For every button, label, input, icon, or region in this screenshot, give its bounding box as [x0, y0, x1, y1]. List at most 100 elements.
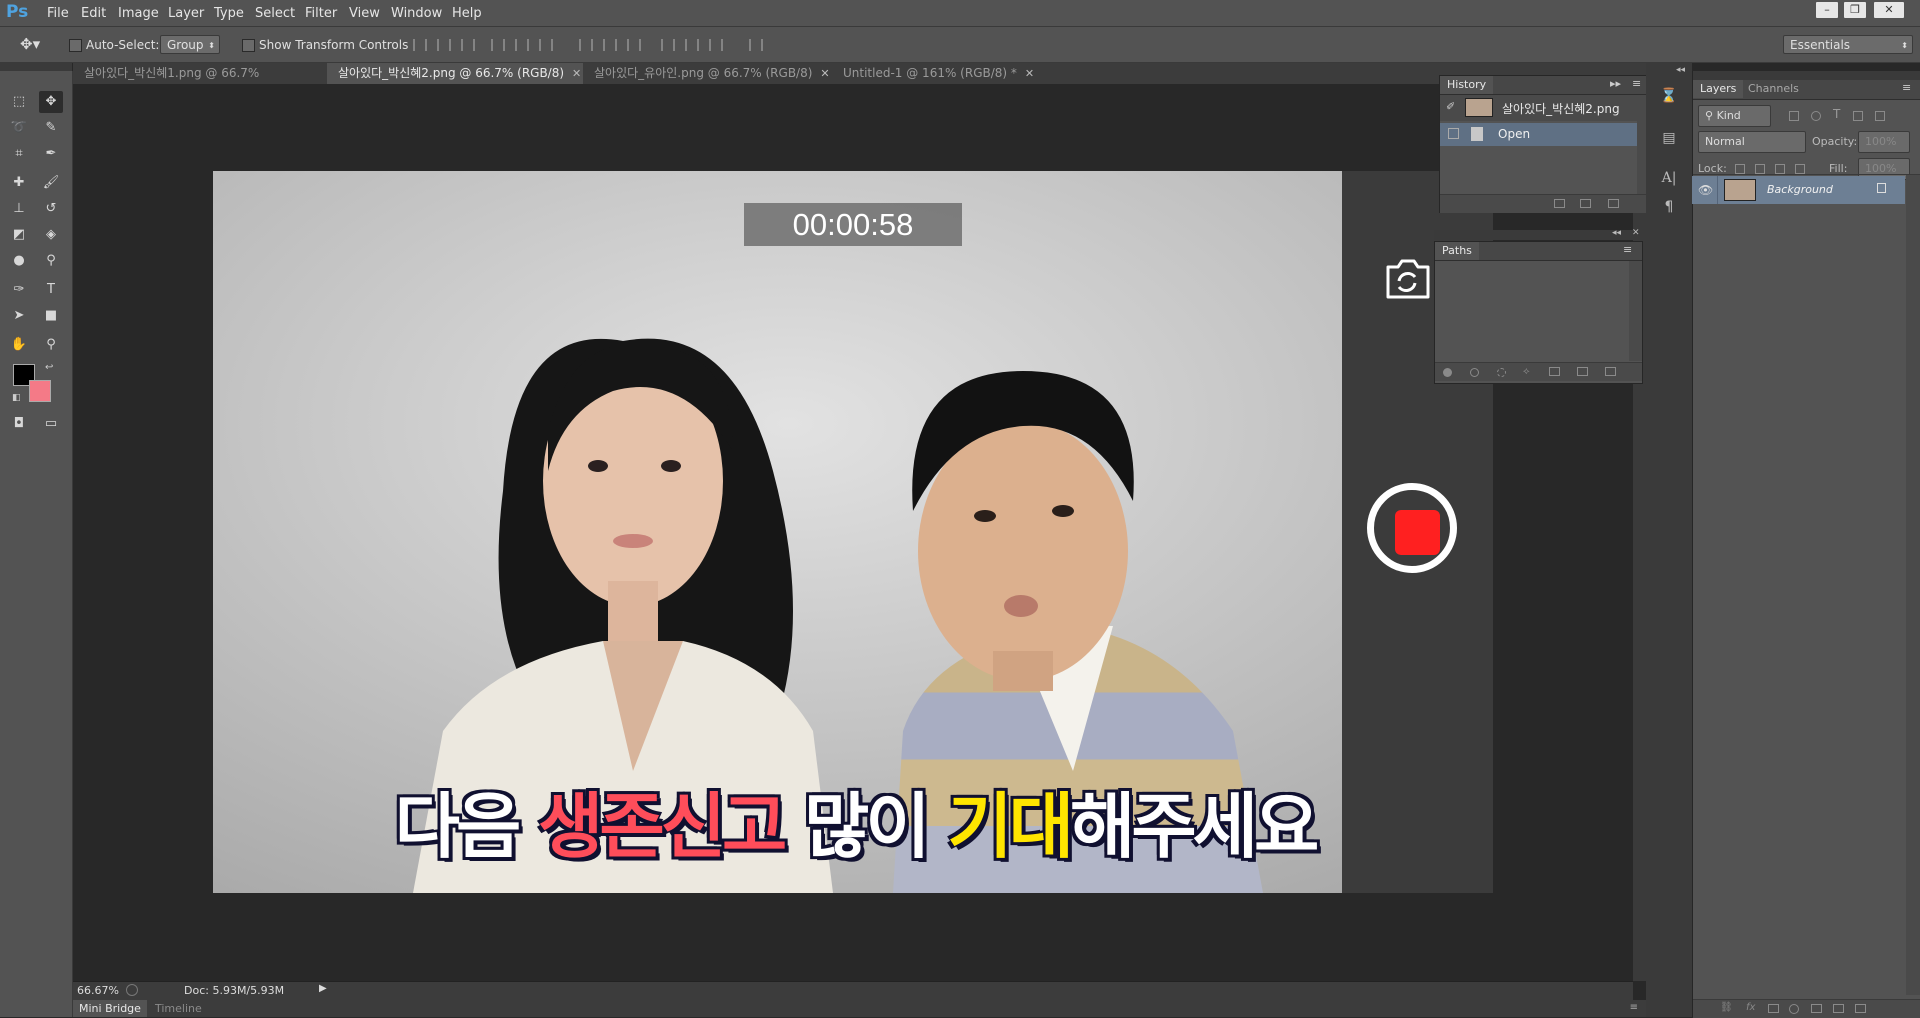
- make-work-path-icon[interactable]: ⟡: [1523, 366, 1530, 377]
- align-right-icon[interactable]: [539, 39, 553, 51]
- tab-channels[interactable]: Channels: [1741, 80, 1806, 98]
- tab-paths[interactable]: Paths: [1435, 242, 1479, 260]
- history-panel-icon[interactable]: ⌛: [1655, 85, 1683, 107]
- layers-scrollbar[interactable]: [1906, 175, 1920, 995]
- paths-scrollbar[interactable]: [1629, 261, 1642, 361]
- paint-bucket-tool-icon[interactable]: ◈: [39, 224, 63, 246]
- marquee-tool-icon[interactable]: ⬚: [7, 91, 31, 113]
- move-tool-icon[interactable]: ✥: [39, 91, 63, 113]
- crop-tool-icon[interactable]: ⌗: [7, 143, 31, 165]
- workspace-dropdown[interactable]: Essentials ⬍: [1783, 35, 1913, 54]
- layer-row-background[interactable]: 👁 Background: [1692, 176, 1905, 204]
- distribute-left-icon[interactable]: [661, 39, 675, 51]
- adjustment-layer-icon[interactable]: [1789, 1004, 1799, 1014]
- new-layer-icon[interactable]: [1833, 1004, 1844, 1013]
- lock-position-icon[interactable]: [1775, 164, 1785, 174]
- default-colors-icon[interactable]: ◧: [12, 393, 21, 403]
- zoom-level[interactable]: 66.67%: [77, 984, 119, 997]
- filter-shape-icon[interactable]: [1853, 111, 1863, 121]
- delete-state-icon[interactable]: [1608, 199, 1619, 208]
- swap-colors-icon[interactable]: ↩: [45, 362, 53, 373]
- lasso-tool-icon[interactable]: ➰: [7, 117, 31, 139]
- lock-all-icon[interactable]: [1795, 164, 1805, 174]
- stroke-path-icon[interactable]: [1470, 368, 1479, 377]
- panel-menu-icon[interactable]: ≡: [1632, 77, 1641, 90]
- menu-edit[interactable]: Edit: [81, 6, 106, 21]
- align-left-icon[interactable]: [491, 39, 505, 51]
- close-tab-icon[interactable]: ✕: [1025, 67, 1034, 80]
- history-snapshot-row[interactable]: ✐ 살아있다_박신혜2.png: [1440, 95, 1637, 121]
- distribute-hcenter-icon[interactable]: [685, 39, 699, 51]
- tab-layers[interactable]: Layers: [1693, 80, 1744, 98]
- auto-select-dropdown[interactable]: Group ⬍: [160, 35, 220, 54]
- close-panel-icon[interactable]: ✕: [1632, 228, 1640, 238]
- filter-smart-object-icon[interactable]: [1875, 111, 1885, 121]
- type-tool-icon[interactable]: T: [39, 279, 63, 301]
- lock-transparency-icon[interactable]: [1735, 164, 1745, 174]
- close-tab-icon[interactable]: ✕: [572, 67, 581, 80]
- blur-tool-icon[interactable]: ●: [7, 250, 31, 272]
- layers-panel-grip[interactable]: [1693, 71, 1920, 80]
- panel-menu-icon[interactable]: ≡: [1630, 1002, 1638, 1013]
- quick-select-tool-icon[interactable]: ✎: [39, 117, 63, 139]
- show-transform-checkbox[interactable]: [242, 39, 255, 52]
- history-step[interactable]: Open: [1440, 123, 1637, 146]
- delete-layer-icon[interactable]: [1855, 1004, 1866, 1013]
- add-mask-icon[interactable]: [1549, 367, 1560, 376]
- paths-panel-grip[interactable]: ◂◂ ✕: [1434, 228, 1643, 240]
- load-path-as-selection-icon[interactable]: [1497, 368, 1506, 377]
- vertical-scrollbar[interactable]: [1633, 84, 1646, 981]
- tab-timeline[interactable]: Timeline: [149, 1000, 208, 1017]
- panel-menu-icon[interactable]: ≡: [1623, 243, 1632, 256]
- collapse-panel-icon[interactable]: ◂◂: [1612, 228, 1621, 238]
- zoom-tool-icon[interactable]: ⚲: [39, 334, 63, 356]
- menu-view[interactable]: View: [349, 6, 380, 21]
- properties-panel-icon[interactable]: ▤: [1655, 127, 1683, 149]
- distribute-right-icon[interactable]: [709, 39, 723, 51]
- align-bottom-icon[interactable]: [461, 39, 475, 51]
- layer-style-icon[interactable]: fx: [1746, 1002, 1755, 1013]
- quick-mask-icon[interactable]: ◘: [7, 413, 31, 435]
- status-menu-arrow-icon[interactable]: ▶: [319, 983, 327, 994]
- collapse-dock-icon[interactable]: ◂◂: [1676, 65, 1685, 75]
- brush-tool-icon[interactable]: 🖌: [39, 172, 63, 194]
- clone-stamp-tool-icon[interactable]: ⊥: [7, 198, 31, 220]
- menu-layer[interactable]: Layer: [168, 6, 204, 21]
- align-vcenter-icon[interactable]: [437, 39, 451, 51]
- distribute-top-icon[interactable]: [579, 39, 593, 51]
- fill-path-icon[interactable]: [1443, 368, 1452, 377]
- menu-select[interactable]: Select: [255, 6, 295, 21]
- lock-image-icon[interactable]: [1755, 164, 1765, 174]
- blend-mode-dropdown[interactable]: Normal: [1698, 131, 1806, 153]
- menu-file[interactable]: File: [47, 6, 69, 21]
- hand-tool-icon[interactable]: ✋: [7, 334, 31, 356]
- history-state-checkbox[interactable]: [1448, 128, 1459, 139]
- align-top-icon[interactable]: [413, 39, 427, 51]
- auto-select-checkbox[interactable]: [69, 39, 82, 52]
- filter-adjustment-icon[interactable]: [1811, 111, 1821, 121]
- link-layers-icon[interactable]: ⛓: [1720, 1002, 1733, 1013]
- new-path-icon[interactable]: [1577, 367, 1588, 376]
- tools-grip[interactable]: [0, 63, 72, 71]
- distribute-bottom-icon[interactable]: [627, 39, 641, 51]
- pen-tool-icon[interactable]: ✑: [7, 279, 31, 301]
- panel-menu-icon[interactable]: ≡: [1902, 81, 1911, 94]
- menu-type[interactable]: Type: [214, 6, 244, 21]
- auto-align-layers-icon[interactable]: [749, 39, 763, 51]
- camera-flip-icon[interactable]: [1382, 253, 1432, 303]
- history-brush-source-icon[interactable]: ✐: [1446, 100, 1455, 113]
- rectangle-tool-icon[interactable]: ■: [39, 305, 63, 327]
- paragraph-panel-icon[interactable]: ¶: [1655, 196, 1683, 218]
- filter-pixel-icon[interactable]: [1789, 111, 1799, 121]
- history-brush-tool-icon[interactable]: ↺: [39, 198, 63, 220]
- expand-panel-icon[interactable]: ▸▸: [1610, 77, 1621, 90]
- eyedropper-tool-icon[interactable]: ✒: [39, 143, 63, 165]
- dodge-tool-icon[interactable]: ⚲: [39, 250, 63, 272]
- distribute-vcenter-icon[interactable]: [603, 39, 617, 51]
- visibility-eye-icon[interactable]: 👁: [1698, 183, 1713, 197]
- align-hcenter-icon[interactable]: [515, 39, 529, 51]
- delete-path-icon[interactable]: [1605, 367, 1616, 376]
- background-color-swatch[interactable]: [29, 380, 51, 402]
- character-panel-icon[interactable]: A|: [1655, 167, 1683, 189]
- path-selection-tool-icon[interactable]: ➤: [7, 305, 31, 327]
